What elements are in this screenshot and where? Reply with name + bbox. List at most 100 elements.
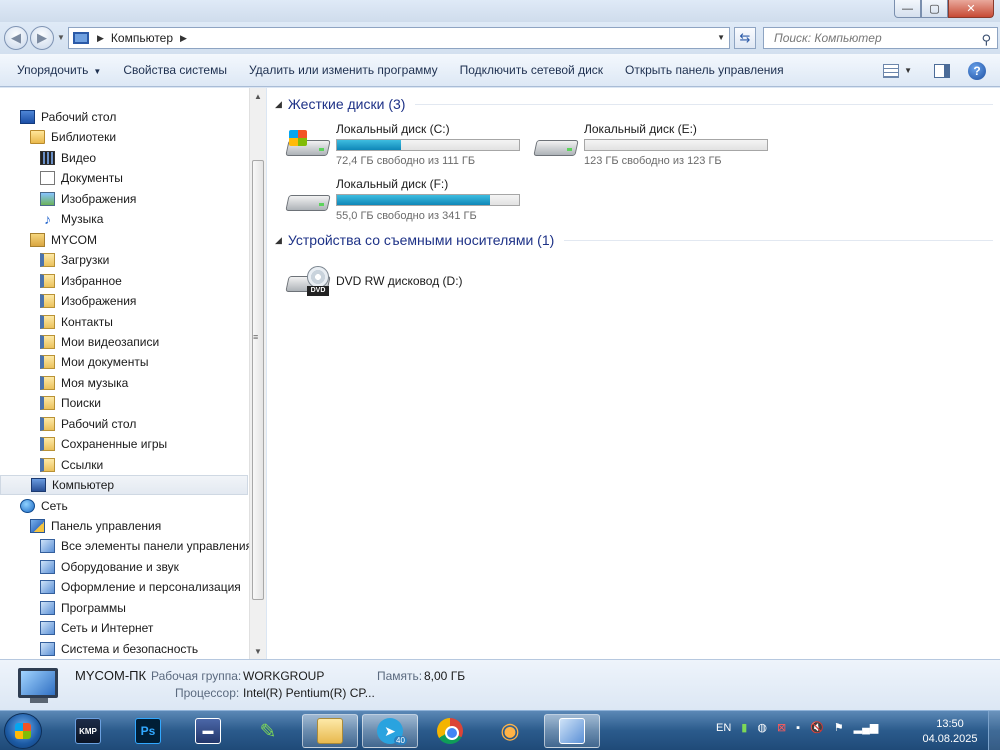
nav-item[interactable]: Моя музыка: [0, 373, 248, 393]
nav-item[interactable]: Программы: [0, 598, 248, 618]
nav-item[interactable]: Все элементы панели управления: [0, 536, 252, 556]
nav-item[interactable]: Изображения: [0, 189, 248, 209]
organize-button[interactable]: Упорядочить ▼: [10, 58, 108, 82]
close-button[interactable]: ✕: [948, 0, 994, 18]
taskbar-eye-app[interactable]: ◉: [482, 714, 538, 748]
collapse-triangle-icon[interactable]: ◢: [275, 99, 282, 110]
telegram-badge: 40: [394, 736, 407, 745]
chart-app-icon[interactable]: ▮: [741, 721, 747, 734]
network-icon: [20, 498, 35, 513]
nav-item-label: Программы: [61, 600, 126, 615]
scroll-up-arrow-icon[interactable]: ▲: [250, 88, 266, 104]
system-properties-button[interactable]: Свойства системы: [116, 58, 234, 82]
taskbar-clock[interactable]: 13:50 04.08.2025: [918, 717, 982, 747]
show-desktop-button[interactable]: [988, 711, 1000, 750]
taskbar-pen-app[interactable]: ✎: [240, 714, 296, 748]
forward-button[interactable]: ▶: [30, 26, 54, 50]
flag-icon[interactable]: ⚑: [834, 721, 844, 734]
help-icon[interactable]: ?: [968, 61, 986, 80]
map-network-drive-button[interactable]: Подключить сетевой диск: [453, 58, 610, 82]
nav-item[interactable]: Документы: [0, 168, 248, 188]
open-control-panel-button[interactable]: Открыть панель управления: [618, 58, 791, 82]
breadcrumb-computer[interactable]: Компьютер: [111, 31, 173, 45]
nav-item[interactable]: Мои документы: [0, 352, 248, 372]
preview-pane-icon[interactable]: [934, 63, 950, 78]
address-history-dropdown[interactable]: ▼: [717, 33, 725, 42]
scroll-down-arrow-icon[interactable]: ▼: [250, 643, 266, 659]
breadcrumb-chevron-icon[interactable]: ▶: [180, 33, 187, 44]
language-indicator[interactable]: EN: [716, 722, 731, 734]
drive-c[interactable]: Локальный диск (C:) 72,4 ГБ свободно из …: [285, 122, 525, 172]
folder-icon: [40, 273, 55, 288]
nav-item[interactable]: Сеть: [0, 496, 248, 516]
address-bar[interactable]: ▶ Компьютер ▶ ▼: [68, 27, 730, 49]
taskbar-control-panel[interactable]: [544, 714, 600, 748]
signal-strength-icon[interactable]: ▂▄▆: [854, 721, 879, 734]
navigation-scrollbar[interactable]: ▲ ≡ ▼: [249, 88, 266, 659]
computer-large-icon: [18, 668, 58, 698]
nav-item[interactable]: Поиски: [0, 393, 248, 413]
taskbar-chrome[interactable]: [422, 714, 478, 748]
drive-f[interactable]: Локальный диск (F:) 55,0 ГБ свободно из …: [285, 177, 525, 227]
maximize-button[interactable]: ▢: [921, 0, 948, 18]
search-input[interactable]: Поиск: Компьютер ⚲: [763, 27, 998, 49]
taskbar-explorer[interactable]: [302, 714, 358, 748]
nav-item[interactable]: MYCOM: [0, 230, 248, 250]
dvd-drive-icon: DVD: [285, 266, 331, 296]
recent-pages-dropdown[interactable]: ▼: [57, 33, 65, 42]
nav-item[interactable]: Оборудование и звук: [0, 557, 248, 577]
drive-usage-bar: [336, 194, 520, 206]
group-header-hard-disks[interactable]: ◢ Жесткие диски (3): [275, 94, 993, 114]
taskbar-kmplayer[interactable]: KMP: [60, 714, 116, 748]
search-icon[interactable]: ⚲: [981, 30, 991, 50]
device-icon[interactable]: ▪: [796, 722, 800, 734]
nav-item[interactable]: Контакты: [0, 312, 248, 332]
refresh-button[interactable]: ⇆: [734, 27, 756, 49]
group-header-removable[interactable]: ◢ Устройства со съемными носителями (1): [275, 230, 993, 250]
taskbar-save-app[interactable]: ▬: [180, 714, 236, 748]
nav-item-label: Мои видеозаписи: [61, 334, 160, 349]
nav-item[interactable]: Ссылки: [0, 455, 248, 475]
nav-item-label: Библиотеки: [51, 130, 117, 145]
nav-item[interactable]: Сохраненные игры: [0, 434, 248, 454]
breadcrumb-chevron-icon[interactable]: ▶: [97, 33, 104, 44]
nav-item[interactable]: Загрузки: [0, 250, 248, 270]
hard-disks-header: Жесткие диски (3): [287, 96, 406, 112]
control-panel-item-icon: [40, 580, 55, 595]
drive-d-dvd[interactable]: DVD DVD RW дисковод (D:): [285, 258, 525, 308]
folder-icon: [40, 396, 55, 411]
nav-item[interactable]: ♪ Музыка: [0, 209, 248, 229]
nav-item[interactable]: Избранное: [0, 271, 248, 291]
uninstall-program-button[interactable]: Удалить или изменить программу: [242, 58, 445, 82]
nav-item-label: Мои документы: [61, 355, 149, 370]
nav-item[interactable]: Изображения: [0, 291, 248, 311]
nav-item[interactable]: Рабочий стол: [0, 107, 248, 127]
nav-item[interactable]: Оформление и персонализация: [0, 577, 248, 597]
minimize-icon: —: [902, 2, 913, 15]
back-button[interactable]: ◀: [4, 26, 28, 50]
change-view-icon[interactable]: [883, 63, 900, 78]
nav-item[interactable]: Видео: [0, 148, 248, 168]
nav-item[interactable]: Сеть и Интернет: [0, 618, 248, 638]
view-options-dropdown[interactable]: ▼: [904, 66, 912, 75]
nav-item[interactable]: Панель управления: [0, 516, 248, 536]
volume-muted-icon[interactable]: 🔇: [810, 721, 824, 734]
taskbar-photoshop[interactable]: Ps: [120, 714, 176, 748]
clock-time: 13:50: [936, 718, 964, 730]
nav-item[interactable]: Система и безопасность: [0, 639, 248, 659]
taskbar-telegram[interactable]: ➤ 40: [362, 714, 418, 748]
nav-item[interactable]: Мои видеозаписи: [0, 332, 248, 352]
collapse-triangle-icon[interactable]: ◢: [275, 235, 282, 246]
nav-item[interactable]: Библиотеки: [0, 127, 248, 147]
folder-icon: [317, 718, 343, 744]
photoshop-icon: Ps: [135, 718, 161, 744]
antivirus-alert-icon[interactable]: ⊠: [777, 721, 786, 734]
nav-item[interactable]: Рабочий стол: [0, 414, 248, 434]
nav-item-label: Оформление и персонализация: [61, 580, 241, 595]
start-button[interactable]: [4, 713, 42, 749]
minimize-button[interactable]: —: [894, 0, 921, 18]
network-activity-icon[interactable]: ◍: [757, 721, 767, 734]
drive-e[interactable]: Локальный диск (E:) 123 ГБ свободно из 1…: [533, 122, 773, 172]
scrollbar-thumb[interactable]: [252, 160, 264, 600]
nav-item[interactable]: Компьютер: [0, 475, 248, 496]
